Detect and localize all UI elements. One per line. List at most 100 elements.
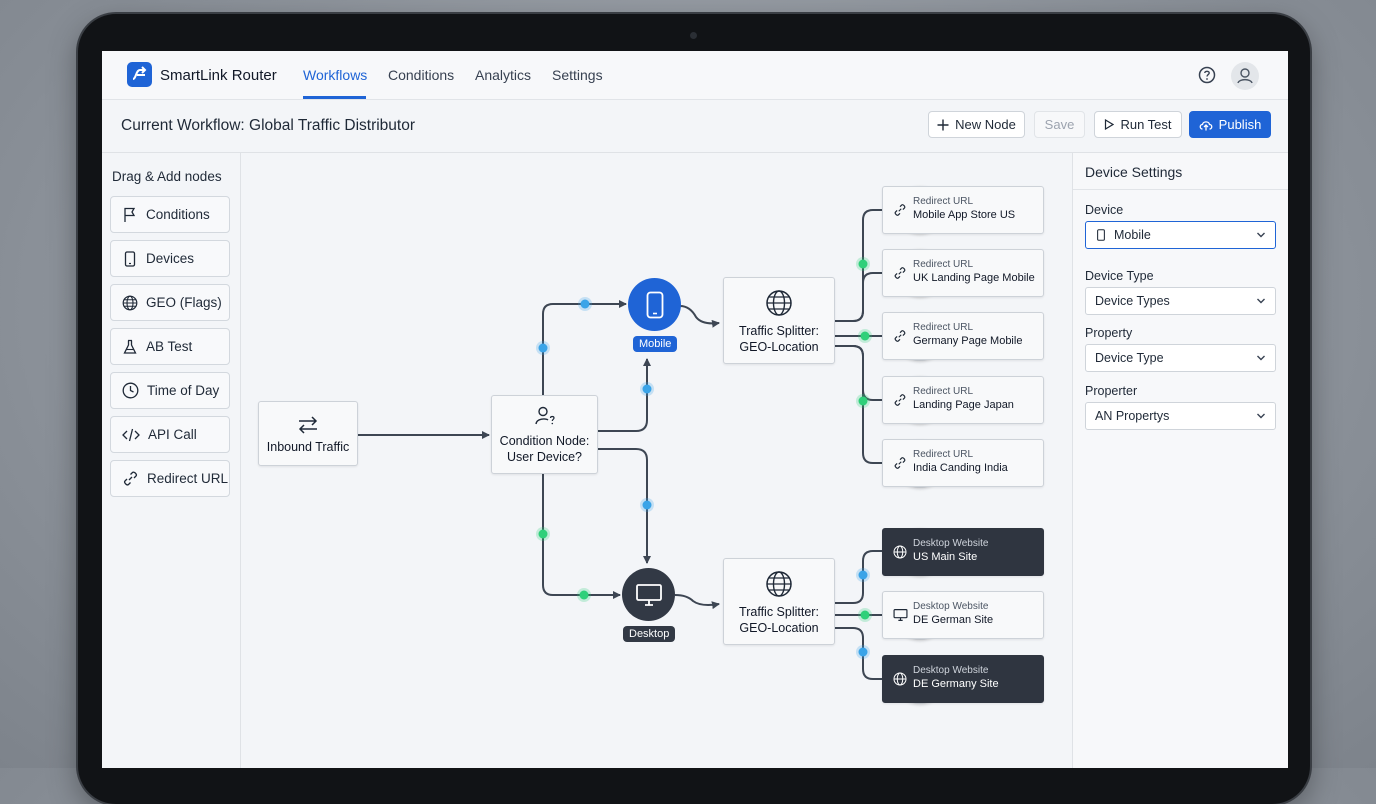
properter-select[interactable]: AN Propertys [1085, 402, 1276, 430]
node-palette: Drag & Add nodes Conditions Devices GEO … [102, 153, 241, 768]
palette-item-conditions[interactable]: Conditions [110, 196, 230, 233]
save-label: Save [1044, 117, 1075, 132]
phone-icon [1097, 229, 1105, 241]
mobile-label: Mobile [633, 336, 678, 352]
clock-icon [122, 382, 139, 399]
flag-icon [124, 207, 136, 222]
monitor-icon [893, 609, 908, 621]
brand-name: SmartLink Router [160, 67, 277, 84]
traffic-splitter-desktop[interactable]: Traffic Splitter: GEO-Location [723, 558, 835, 645]
splitter-line-1: Traffic Splitter: [739, 605, 819, 619]
chevron-down-icon [1257, 413, 1265, 419]
phone-icon [124, 250, 136, 267]
destination-node[interactable]: Desktop Website DE Germany Site [882, 655, 1044, 703]
save-button[interactable]: Save [1034, 111, 1085, 138]
device-select[interactable]: Mobile [1085, 221, 1276, 249]
destination-name: DE German Site [913, 614, 994, 626]
app-screen: SmartLink Router Workflows Conditions An… [102, 51, 1288, 768]
property-select-value: Device Type [1095, 351, 1164, 365]
traffic-splitter-mobile[interactable]: Traffic Splitter: GEO-Location [723, 277, 835, 364]
palette-item-redirect-url[interactable]: Redirect URL [110, 460, 230, 497]
globe-icon [766, 290, 792, 316]
user-icon [1237, 68, 1253, 84]
device-type-select-value: Device Types [1095, 294, 1170, 308]
user-avatar[interactable] [1231, 62, 1259, 90]
palette-title: Drag & Add nodes [112, 169, 222, 184]
destination-name: Mobile App Store US [913, 209, 1016, 221]
splitter-line-2: GEO-Location [739, 621, 819, 635]
panel-divider [1073, 189, 1288, 190]
palette-item-geo[interactable]: GEO (Flags) [110, 284, 230, 321]
splitter-line-2: GEO-Location [739, 340, 819, 354]
tab-workflows[interactable]: Workflows [303, 67, 367, 83]
condition-node[interactable]: Condition Node: User Device? [491, 395, 598, 474]
workflow-canvas[interactable]: Inbound Traffic Condition Node: User Dev… [241, 153, 1071, 768]
device-settings-panel: Device Settings Device Mobile Device Typ… [1072, 153, 1288, 768]
palette-item-label: GEO (Flags) [146, 295, 222, 310]
plus-icon [937, 119, 949, 130]
palette-item-label: Redirect URL [147, 471, 229, 486]
properter-field-label: Properter [1085, 384, 1138, 398]
tab-settings[interactable]: Settings [552, 67, 603, 83]
code-icon [122, 428, 140, 441]
inbound-traffic-node[interactable]: Inbound Traffic [258, 401, 358, 466]
destination-type: Redirect URL [913, 259, 974, 270]
device-select-value: Mobile [1114, 228, 1151, 242]
workflow-title: Current Workflow: Global Traffic Distrib… [121, 117, 416, 134]
active-tab-indicator [303, 96, 366, 99]
publish-button[interactable]: Publish [1189, 111, 1271, 138]
help-icon[interactable] [1196, 64, 1218, 86]
palette-item-label: API Call [148, 427, 197, 442]
desktop-device-node[interactable] [622, 568, 675, 621]
link-icon [894, 457, 906, 469]
destination-node[interactable]: Redirect URL India Canding India [882, 439, 1044, 487]
link-icon [124, 471, 137, 486]
globe-icon [893, 672, 907, 686]
link-icon [894, 330, 906, 342]
link-icon [894, 204, 906, 216]
destination-name: US Main Site [913, 551, 978, 563]
device-field-label: Device [1085, 203, 1124, 217]
destination-name: UK Landing Page Mobile [913, 272, 1035, 284]
mobile-device-node[interactable] [628, 278, 681, 331]
condition-line-2: User Device? [506, 450, 583, 464]
new-node-label: New Node [955, 117, 1016, 132]
brand-logo-icon[interactable] [127, 62, 152, 87]
user-question-icon [534, 406, 555, 425]
globe-icon [766, 571, 792, 597]
properter-select-value: AN Propertys [1095, 409, 1170, 423]
cloud-upload-icon [1199, 120, 1213, 130]
property-select[interactable]: Device Type [1085, 344, 1276, 372]
destination-node[interactable]: Redirect URL Germany Page Mobile [882, 312, 1044, 360]
palette-item-devices[interactable]: Devices [110, 240, 230, 277]
destination-type: Redirect URL [913, 386, 974, 397]
palette-item-api-call[interactable]: API Call [110, 416, 230, 453]
run-test-button[interactable]: Run Test [1094, 111, 1182, 138]
top-nav: SmartLink Router Workflows Conditions An… [102, 51, 1288, 100]
destination-type: Desktop Website [913, 665, 989, 676]
condition-line-1: Condition Node: [499, 434, 590, 448]
link-icon [894, 267, 906, 279]
new-node-button[interactable]: New Node [928, 111, 1025, 138]
device-type-select[interactable]: Device Types [1085, 287, 1276, 315]
destination-node[interactable]: Redirect URL Mobile App Store US [882, 186, 1044, 234]
palette-item-time-of-day[interactable]: Time of Day [110, 372, 230, 409]
swap-arrows-icon [298, 416, 318, 434]
destination-type: Redirect URL [913, 196, 974, 207]
flask-icon [123, 339, 137, 354]
publish-label: Publish [1218, 117, 1262, 132]
destination-name: Landing Page Japan [913, 399, 1014, 411]
camera-dot [690, 32, 697, 39]
destination-node[interactable]: Desktop Website US Main Site [882, 528, 1044, 576]
globe-icon [122, 295, 138, 310]
chevron-down-icon [1257, 232, 1265, 238]
palette-item-ab-test[interactable]: AB Test [110, 328, 230, 365]
destination-node[interactable]: Desktop Website DE German Site [882, 591, 1044, 639]
destination-type: Redirect URL [913, 322, 974, 333]
destination-node[interactable]: Redirect URL Landing Page Japan [882, 376, 1044, 424]
tab-analytics[interactable]: Analytics [475, 67, 531, 83]
tab-conditions[interactable]: Conditions [388, 67, 454, 83]
palette-item-label: AB Test [146, 339, 193, 354]
destination-type: Desktop Website [913, 601, 989, 612]
destination-node[interactable]: Redirect URL UK Landing Page Mobile [882, 249, 1044, 297]
